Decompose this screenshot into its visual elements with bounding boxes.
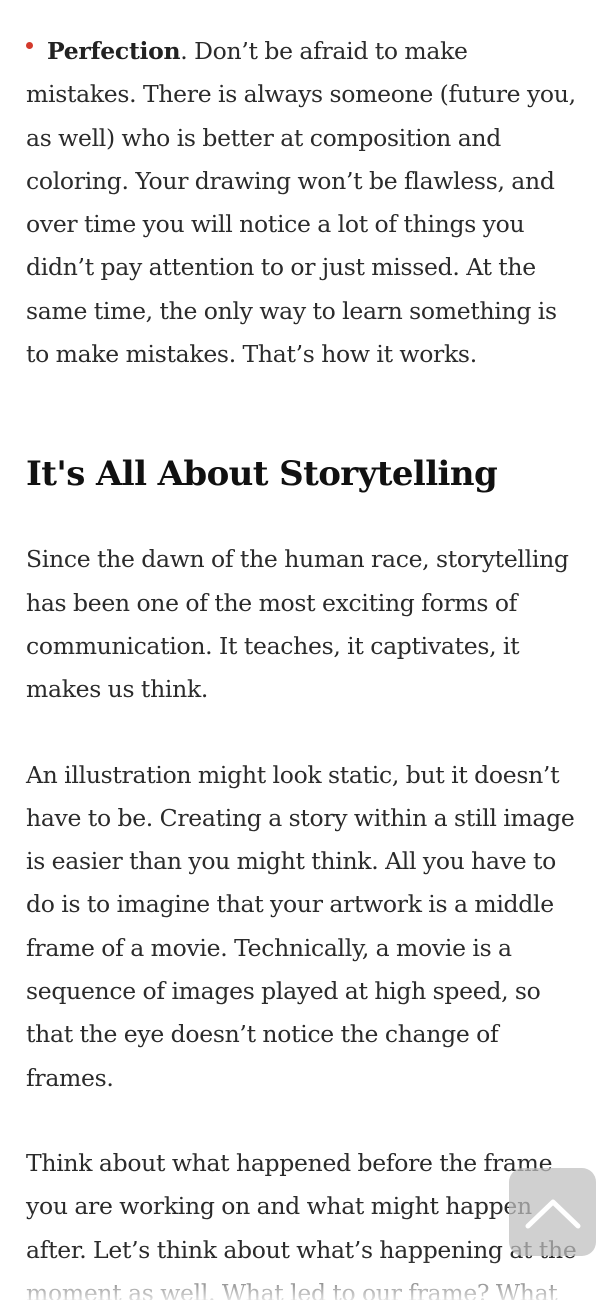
bullet-icon <box>26 42 33 49</box>
article-content: Perfection. Don’t be afraid to make mist… <box>26 30 578 1300</box>
paragraph: Think about what happened before the fra… <box>26 1148 577 1300</box>
chevron-up-icon <box>525 1199 580 1229</box>
list-item-strong: Perfection <box>47 37 181 65</box>
section-heading: It's All About Storytelling <box>26 454 498 495</box>
paragraph: An illustration might look static, but i… <box>26 760 575 1092</box>
list-item: Perfection. Don’t be afraid to make mist… <box>26 30 578 376</box>
paragraph: Since the dawn of the human race, storyt… <box>26 545 569 704</box>
list-item-text: . Don’t be afraid to make mistakes. Ther… <box>26 37 576 369</box>
back-to-top-button[interactable] <box>509 1168 596 1256</box>
